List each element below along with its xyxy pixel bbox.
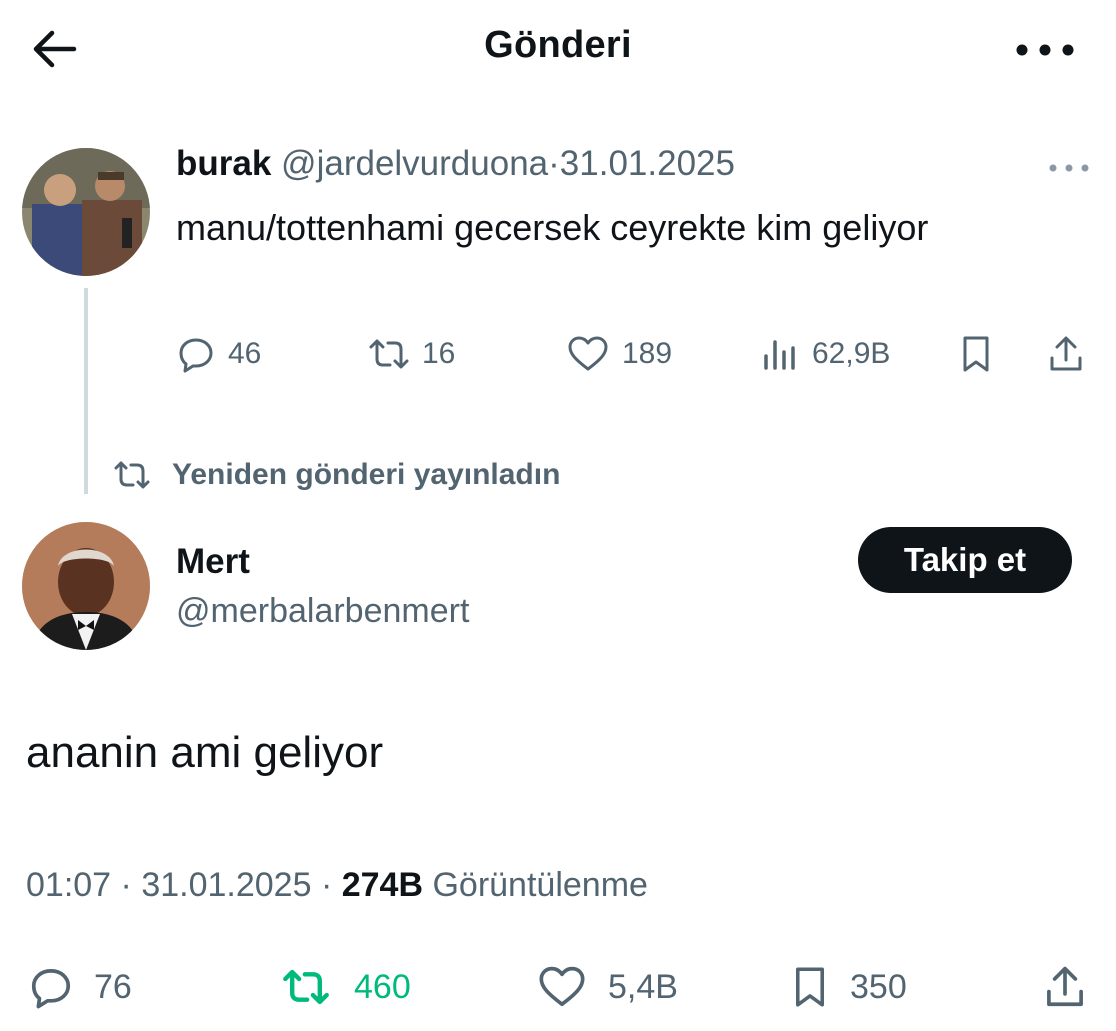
bookmark-button[interactable] [958,334,994,374]
share-icon [1047,966,1083,1007]
avatar[interactable] [22,522,150,650]
post-meta: 01:07 · 31.01.2025 · 274B Görüntülenme [26,866,648,905]
reply-icon [31,969,71,1009]
handle[interactable]: @merbalarbenmert [176,592,469,631]
repost-notice: Yeniden gönderi yayınladın [112,454,560,496]
like-button[interactable]: 5,4B [536,964,678,1010]
more-button[interactable] [1010,32,1080,68]
repost-icon [369,339,409,369]
reply-button[interactable]: 76 [28,964,132,1010]
share-icon [1050,336,1082,371]
separator: · [548,144,560,183]
like-count: 189 [622,337,673,370]
repost-icon [283,969,329,1005]
display-name[interactable]: burak [176,144,271,183]
views-count: 274B [341,866,424,904]
like-count: 5,4B [608,967,678,1006]
avatar-photo [22,522,150,650]
reply-count: 76 [94,967,132,1006]
quoted-post-header: burak @jardelvurduona·31.01.2025 [176,144,735,184]
share-button[interactable] [1042,964,1088,1010]
repost-count: 460 [354,967,411,1006]
repost-button[interactable]: 16 [368,334,455,374]
reply-icon [179,338,213,373]
post-time[interactable]: 01:07 [26,866,111,904]
heart-icon [568,336,608,371]
views-label: Görüntülenme [432,866,648,904]
follow-button[interactable]: Takip et [858,527,1072,593]
thread-connector [84,288,88,494]
repost-notice-text: Yeniden gönderi yayınladın [172,458,561,491]
more-horizontal-icon [1016,44,1074,56]
repost-icon [114,461,150,489]
display-name[interactable]: Mert [176,542,250,582]
repost-count: 16 [422,337,456,370]
repost-button[interactable]: 460 [278,964,411,1010]
reply-count: 46 [228,337,262,370]
bookmark-icon [796,967,824,1007]
post-date[interactable]: 31.01.2025 [560,144,735,183]
reply-button[interactable]: 46 [176,334,261,374]
bookmark-count: 350 [850,967,907,1006]
bookmark-icon [963,336,989,372]
share-button[interactable] [1046,334,1086,374]
separator: · [120,866,132,904]
heart-icon [539,966,585,1007]
avatar-photo [22,148,150,276]
handle[interactable]: @jardelvurduona [281,144,548,183]
post-text: manu/tottenhami gecersek ceyrekte kim ge… [176,207,929,248]
view-count: 62,9B [812,337,891,370]
avatar[interactable] [22,148,150,276]
analytics-icon [764,340,795,370]
post-text: ananin ami geliyor [26,728,384,777]
views-button[interactable]: 62,9B [760,334,890,374]
like-button[interactable]: 189 [566,334,672,374]
post-more-button[interactable] [1046,158,1092,178]
bookmark-button[interactable]: 350 [790,964,907,1010]
separator: · [320,866,333,904]
more-horizontal-icon [1049,164,1089,172]
page-title: Gönderi [484,24,632,66]
post-date[interactable]: 31.01.2025 [141,866,311,904]
